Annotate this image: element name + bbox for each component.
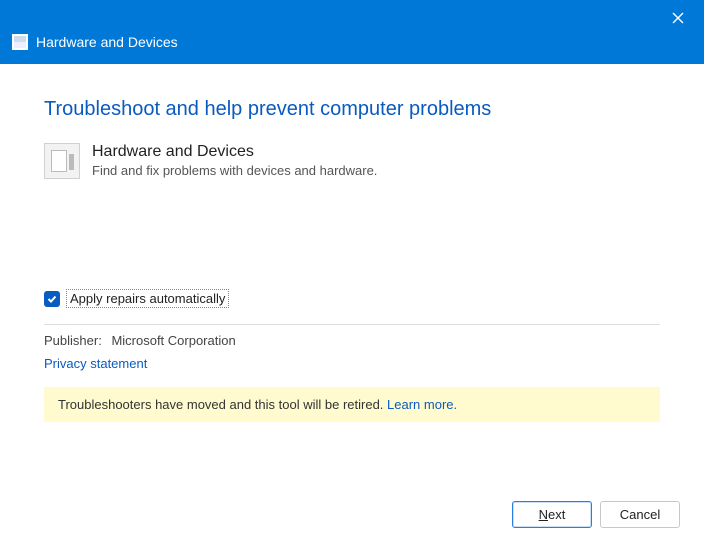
category-name: Hardware and Devices [92, 143, 377, 161]
privacy-statement-link[interactable]: Privacy statement [44, 356, 147, 371]
close-button[interactable] [662, 6, 694, 30]
category-description: Find and fix problems with devices and h… [92, 163, 377, 178]
content-area: Troubleshoot and help prevent computer p… [0, 64, 704, 542]
checkmark-icon [47, 294, 57, 304]
retirement-banner: Troubleshooters have moved and this tool… [44, 387, 660, 422]
close-icon [672, 12, 684, 24]
divider [44, 324, 660, 325]
next-button[interactable]: Next [512, 501, 592, 528]
troubleshooter-category: Hardware and Devices Find and fix proble… [44, 143, 660, 179]
publisher-label: Publisher: [44, 333, 102, 348]
apply-repairs-label[interactable]: Apply repairs automatically [66, 289, 229, 308]
window-title: Hardware and Devices [36, 34, 178, 50]
apply-repairs-checkbox[interactable] [44, 291, 60, 307]
cancel-button[interactable]: Cancel [600, 501, 680, 528]
app-icon [12, 34, 28, 50]
learn-more-link[interactable]: Learn more. [387, 397, 457, 412]
page-heading: Troubleshoot and help prevent computer p… [44, 98, 660, 121]
publisher-value: Microsoft Corporation [111, 333, 235, 348]
publisher-line: Publisher: Microsoft Corporation [44, 333, 660, 348]
dialog-buttons: Next Cancel [512, 501, 680, 528]
banner-text: Troubleshooters have moved and this tool… [58, 397, 387, 412]
hardware-icon [44, 143, 80, 179]
title-bar: Hardware and Devices [0, 0, 704, 64]
